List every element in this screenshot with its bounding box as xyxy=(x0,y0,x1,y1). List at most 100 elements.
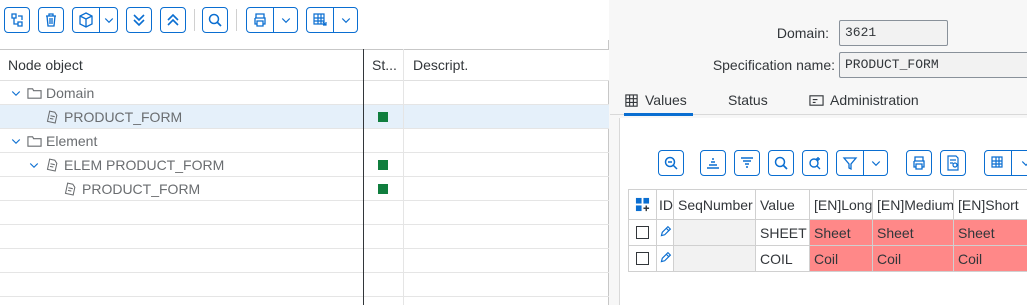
collapse-all-button[interactable] xyxy=(126,7,152,33)
pencil-icon[interactable] xyxy=(659,225,672,241)
find-next-icon xyxy=(809,157,821,170)
edit-cell xyxy=(657,220,674,246)
specification-name-label: Specification name: xyxy=(712,57,835,73)
delete-icon xyxy=(46,13,56,27)
folder-icon xyxy=(26,133,42,149)
column-header-seqnumber[interactable]: SeqNumber xyxy=(674,189,756,220)
chevron-down-icon xyxy=(273,8,297,32)
column-header-description[interactable]: Descript. xyxy=(405,50,605,81)
table-row[interactable]: SHEET Sheet Sheet Sheet xyxy=(628,220,1027,246)
tab-status[interactable]: Status xyxy=(728,85,768,115)
domain-field[interactable]: 3621 xyxy=(839,20,948,46)
table-row[interactable]: COIL Coil Coil Coil xyxy=(628,246,1027,272)
find-button[interactable] xyxy=(768,150,794,176)
tree-row[interactable]: ELEM PRODUCT_FORM xyxy=(0,153,609,177)
hierarchy-button[interactable] xyxy=(4,7,30,33)
tree-node[interactable]: Domain xyxy=(8,81,94,104)
chevron-down-icon xyxy=(99,8,117,32)
domain-label: Domain: xyxy=(776,25,829,41)
tree-row[interactable]: Element xyxy=(0,129,609,153)
cell-seqnumber[interactable] xyxy=(674,246,756,272)
find-next-button[interactable] xyxy=(802,150,828,176)
tree-node-label: PRODUCT_FORM xyxy=(82,180,201,197)
zoom-button[interactable] xyxy=(658,150,684,176)
expander-chevron-down-icon[interactable] xyxy=(8,133,24,149)
filter-menu-button[interactable] xyxy=(836,150,888,176)
tree-row[interactable]: PRODUCT_FORM xyxy=(0,105,609,129)
status-green-icon xyxy=(378,183,388,194)
print-preview-icon xyxy=(947,155,959,171)
export-menu-button[interactable] xyxy=(306,7,358,33)
sort-ascending-button[interactable] xyxy=(700,150,726,176)
row-checkbox[interactable] xyxy=(636,226,649,239)
delete-button[interactable] xyxy=(38,7,64,33)
cube-menu-button[interactable] xyxy=(72,7,118,33)
cell-medium[interactable]: Sheet xyxy=(873,220,954,246)
expander-chevron-down-icon[interactable] xyxy=(26,157,42,173)
administration-icon xyxy=(809,93,824,108)
tab-administration[interactable]: Administration xyxy=(809,85,919,115)
chevron-down-icon xyxy=(1011,151,1027,175)
cell-value[interactable]: COIL xyxy=(756,246,810,272)
column-header-status[interactable]: St... xyxy=(364,50,404,81)
collapse-all-icon xyxy=(133,14,145,27)
export-icon xyxy=(985,151,1011,175)
document-icon xyxy=(44,157,60,173)
tree-header: Node object St... Descript. xyxy=(0,49,609,81)
tree-row-empty xyxy=(0,201,609,225)
detail-tabs: Values Status Administration xyxy=(610,85,1027,116)
expand-all-button[interactable] xyxy=(160,7,186,33)
print-preview-button[interactable] xyxy=(940,150,966,176)
table-header-row: ID SeqNumber Value [EN]Long [EN]Medium [… xyxy=(628,189,1027,220)
print-button[interactable] xyxy=(906,150,932,176)
cell-value[interactable]: SHEET xyxy=(756,220,810,246)
tree-row[interactable]: PRODUCT_FORM xyxy=(0,177,609,201)
tree-node[interactable]: PRODUCT_FORM xyxy=(44,177,200,200)
tab-values[interactable]: Values xyxy=(624,85,693,116)
print-icon xyxy=(913,156,925,170)
cell-seqnumber[interactable] xyxy=(674,220,756,246)
hierarchy-icon xyxy=(11,13,23,27)
select-all-button[interactable] xyxy=(628,189,657,220)
cell-medium[interactable]: Coil xyxy=(873,246,954,272)
tree-node[interactable]: PRODUCT_FORM xyxy=(26,105,182,128)
specification-name-field[interactable]: PRODUCT_FORM xyxy=(839,52,1027,78)
column-header-en-medium[interactable]: [EN]Medium xyxy=(873,189,954,220)
search-button[interactable] xyxy=(202,7,228,33)
sort-descending-button[interactable] xyxy=(734,150,760,176)
column-header-node-object[interactable]: Node object xyxy=(0,50,363,81)
cell-long[interactable]: Coil xyxy=(810,246,873,272)
document-icon xyxy=(62,181,78,197)
cell-long[interactable]: Sheet xyxy=(810,220,873,246)
tab-values-label: Values xyxy=(645,92,687,108)
print-menu-button[interactable] xyxy=(246,7,298,33)
tree-node[interactable]: Element xyxy=(8,129,97,152)
cell-short[interactable]: Coil xyxy=(954,246,1027,272)
column-divider xyxy=(363,49,364,305)
select-all-icon xyxy=(635,197,650,212)
expander-chevron-down-icon[interactable] xyxy=(8,85,24,101)
column-header-en-long[interactable]: [EN]Long xyxy=(810,189,873,220)
folder-icon xyxy=(26,85,42,101)
cell-short[interactable]: Sheet xyxy=(954,220,1027,246)
sort-descending-icon xyxy=(741,157,753,168)
tree-node-label: ELEM PRODUCT_FORM xyxy=(64,156,225,173)
tree-row[interactable]: Domain xyxy=(0,81,609,105)
column-header-en-short[interactable]: [EN]Short xyxy=(954,189,1027,220)
column-header-value[interactable]: Value xyxy=(756,189,810,220)
column-header-id[interactable]: ID xyxy=(657,189,674,220)
toolbar-separator xyxy=(236,9,237,31)
values-grid-icon xyxy=(624,93,639,108)
export-menu-button[interactable] xyxy=(984,150,1027,176)
print-icon xyxy=(247,8,273,32)
pencil-icon[interactable] xyxy=(659,251,672,267)
tree-row-empty xyxy=(0,273,609,297)
status-cell xyxy=(378,177,388,200)
status-green-icon xyxy=(378,159,388,170)
search-icon xyxy=(774,156,788,170)
tree-node[interactable]: ELEM PRODUCT_FORM xyxy=(26,153,224,176)
edit-cell xyxy=(657,246,674,272)
row-checkbox[interactable] xyxy=(636,252,649,265)
